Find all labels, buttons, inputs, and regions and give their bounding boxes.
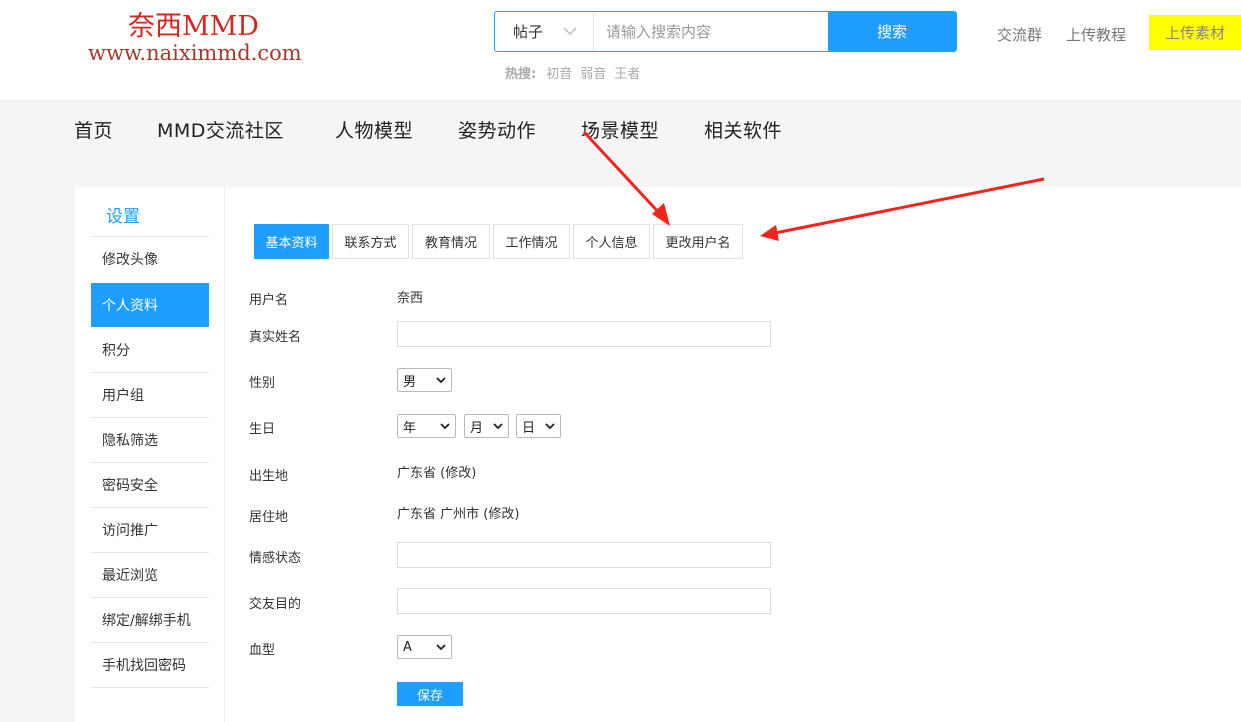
tab-work[interactable]: 工作情况 — [493, 224, 570, 259]
nav-item-community[interactable]: MMD交流社区 — [157, 116, 284, 143]
search-bar: 帖子 搜索 — [494, 11, 957, 52]
purpose-input[interactable] — [397, 588, 771, 614]
divider — [91, 687, 209, 688]
search-type-label: 帖子 — [513, 23, 544, 41]
sidebar-item-usergroup[interactable]: 用户组 — [91, 373, 209, 417]
gender-selected: 男 — [403, 374, 417, 390]
sidebar-item-phone-recovery[interactable]: 手机找回密码 — [91, 643, 209, 687]
tab-contact[interactable]: 联系方式 — [332, 224, 409, 259]
gender-label: 性别 — [249, 376, 276, 391]
emotion-label: 情感状态 — [249, 551, 302, 566]
hot-search-item[interactable]: 初音 — [546, 63, 572, 82]
nav-item-software[interactable]: 相关软件 — [704, 116, 782, 143]
realname-input[interactable] — [397, 321, 771, 347]
birth-year-select[interactable]: 年 — [397, 414, 456, 438]
tab-change-username[interactable]: 更改用户名 — [653, 224, 743, 259]
blood-select[interactable]: A — [397, 635, 452, 659]
sidebar-item-password[interactable]: 密码安全 — [91, 463, 209, 507]
chevron-down-icon — [436, 377, 446, 384]
search-type-select[interactable]: 帖子 — [495, 12, 594, 51]
save-button[interactable]: 保存 — [397, 682, 463, 706]
chevron-down-icon — [545, 423, 555, 430]
chevron-down-icon — [563, 27, 577, 36]
realname-label: 真实姓名 — [249, 330, 302, 345]
chevron-down-icon — [493, 423, 503, 430]
hot-search-item[interactable]: 王者 — [614, 63, 640, 82]
main-nav: 首页 MMD交流社区 人物模型 姿势动作 场景模型 相关软件 — [0, 99, 1241, 187]
birth-month-select[interactable]: 月 — [464, 414, 509, 438]
sidebar-item-bind-phone[interactable]: 绑定/解绑手机 — [91, 598, 209, 642]
birthplace-value[interactable]: 广东省 (修改) — [397, 462, 476, 481]
group-link[interactable]: 交流群 — [997, 24, 1042, 45]
sidebar-item-privacy[interactable]: 隐私筛选 — [91, 418, 209, 462]
site-logo-title[interactable]: 奈西MMD — [128, 4, 259, 43]
birth-day-selected: 日 — [522, 420, 536, 436]
birth-year-selected: 年 — [403, 420, 417, 436]
tab-education[interactable]: 教育情况 — [412, 224, 490, 259]
purpose-label: 交友目的 — [249, 597, 302, 612]
birth-day-select[interactable]: 日 — [516, 414, 561, 438]
profile-tabs: 基本资料 联系方式 教育情况 工作情况 个人信息 更改用户名 — [254, 224, 743, 259]
chevron-down-icon — [436, 644, 446, 651]
emotion-input[interactable] — [397, 542, 771, 568]
gender-select[interactable]: 男 — [397, 368, 452, 392]
profile-panel: 基本资料 联系方式 教育情况 工作情况 个人信息 更改用户名 用户名 奈西 真实… — [226, 187, 1241, 722]
sidebar-title: 设置 — [106, 207, 140, 227]
hot-search-item[interactable]: 弱音 — [580, 63, 606, 82]
nav-item-motions[interactable]: 姿势动作 — [458, 116, 536, 143]
sidebar-item-recent[interactable]: 最近浏览 — [91, 553, 209, 597]
nav-item-models[interactable]: 人物模型 — [335, 116, 413, 143]
birth-month-selected: 月 — [470, 420, 484, 436]
tab-basic[interactable]: 基本资料 — [254, 224, 329, 259]
tutorial-link[interactable]: 上传教程 — [1066, 24, 1126, 45]
search-input[interactable] — [594, 12, 828, 51]
sidebar-item-profile[interactable]: 个人资料 — [91, 283, 209, 327]
tab-personal[interactable]: 个人信息 — [573, 224, 650, 259]
birthplace-label: 出生地 — [249, 469, 289, 484]
birthday-label: 生日 — [249, 422, 276, 437]
residence-label: 居住地 — [249, 510, 289, 525]
sidebar-item-promotion[interactable]: 访问推广 — [91, 508, 209, 552]
username-value: 奈西 — [397, 291, 424, 306]
residence-value[interactable]: 广东省 广州市 (修改) — [397, 503, 519, 522]
chevron-down-icon — [440, 423, 450, 430]
sidebar-item-avatar[interactable]: 修改头像 — [91, 237, 209, 281]
search-button[interactable]: 搜索 — [828, 12, 956, 51]
settings-sidebar: 设置 修改头像 个人资料 积分 用户组 隐私筛选 密码安全 访问推广 最近浏览 … — [75, 187, 225, 722]
page-gutter — [0, 187, 75, 722]
username-label: 用户名 — [249, 293, 289, 308]
nav-item-scenes[interactable]: 场景模型 — [581, 116, 659, 143]
sidebar-item-credits[interactable]: 积分 — [91, 328, 209, 372]
upload-material-button[interactable]: 上传素材 — [1149, 15, 1241, 50]
hot-search-label: 热搜: — [505, 67, 537, 82]
hot-searches: 热搜: 初音 弱音 王者 — [505, 63, 648, 82]
site-logo-url[interactable]: www.naiximmd.com — [88, 41, 302, 65]
nav-item-home[interactable]: 首页 — [74, 116, 113, 143]
blood-label: 血型 — [249, 643, 276, 658]
blood-selected: A — [403, 639, 412, 655]
